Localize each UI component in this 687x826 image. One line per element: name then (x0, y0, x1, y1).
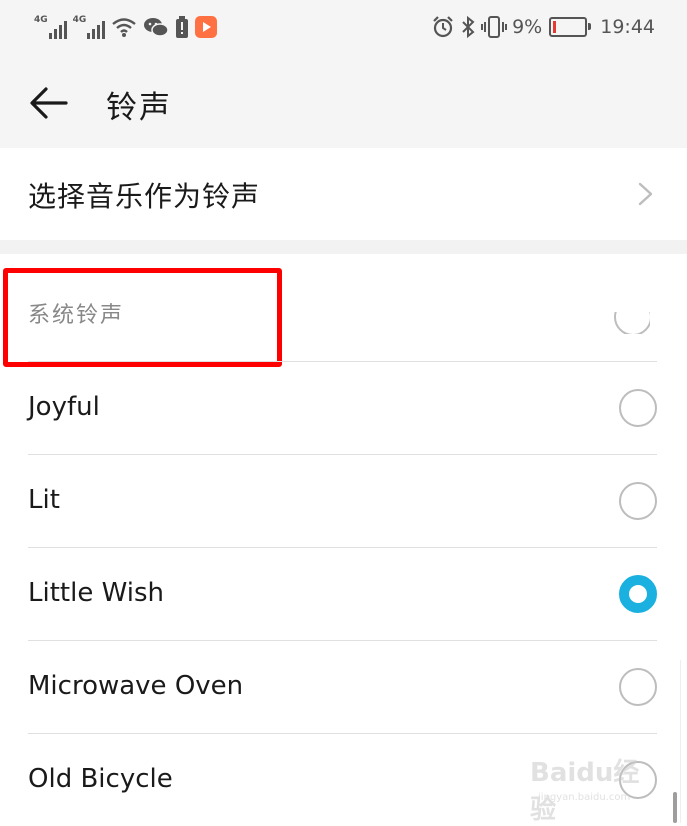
section-divider (0, 240, 687, 254)
radio-button[interactable] (619, 482, 657, 520)
arrow-left-icon (30, 87, 68, 119)
pick-music-label: 选择音乐作为铃声 (28, 180, 261, 213)
wechat-icon (144, 18, 170, 37)
radio-button[interactable] (619, 389, 657, 427)
ringtone-label: Old Bicycle (28, 764, 173, 794)
scrollbar-thumb[interactable] (673, 792, 677, 823)
ringtone-label: Lit (28, 485, 60, 515)
alarm-icon (433, 16, 453, 38)
play-app-icon (195, 16, 218, 38)
radio-button[interactable] (619, 668, 657, 706)
section-title: 系统铃声 (28, 303, 125, 328)
list-item[interactable]: Joyful (28, 361, 657, 454)
bluetooth-icon (462, 15, 475, 39)
network-type: 4G (72, 15, 87, 25)
list-item[interactable]: Little Wish (28, 547, 657, 640)
back-button[interactable] (24, 78, 74, 128)
watermark-url: jingyan.baidu.com (538, 792, 631, 803)
status-right: 9% 19:44 (431, 12, 655, 42)
ringtone-label: Joyful (28, 392, 100, 422)
network-type: 4G (34, 15, 48, 25)
baidu-watermark: Baidu经验 jingyan.baidu.com (530, 746, 660, 825)
list-item[interactable]: Lit (28, 454, 657, 547)
radio-button-partial[interactable] (614, 312, 650, 334)
radio-button[interactable] (619, 575, 657, 613)
page-title: 铃声 (106, 90, 172, 126)
status-bar: 4G 4G 9% 19:44 (0, 0, 687, 56)
pick-music-row[interactable]: 选择音乐作为铃声 (0, 148, 687, 240)
status-left: 4G 4G (34, 12, 218, 42)
signal-icon: 4G (73, 15, 106, 39)
status-time: 19:44 (600, 16, 655, 38)
wifi-icon (112, 18, 137, 37)
chevron-right-icon (638, 182, 653, 206)
battery-alert-icon (176, 16, 189, 38)
battery-percent: 9% (512, 16, 543, 38)
ringtone-label: Little Wish (28, 578, 164, 608)
watermark-text: Baidu经验 (530, 758, 640, 825)
scrollbar-track (680, 660, 685, 823)
list-item[interactable]: Microwave Oven (28, 640, 657, 733)
vibrate-icon (481, 16, 508, 38)
battery-fill (553, 21, 557, 33)
signal-icon: 4G (34, 15, 67, 39)
battery-icon (549, 17, 592, 37)
ringtone-label: Microwave Oven (28, 671, 244, 701)
